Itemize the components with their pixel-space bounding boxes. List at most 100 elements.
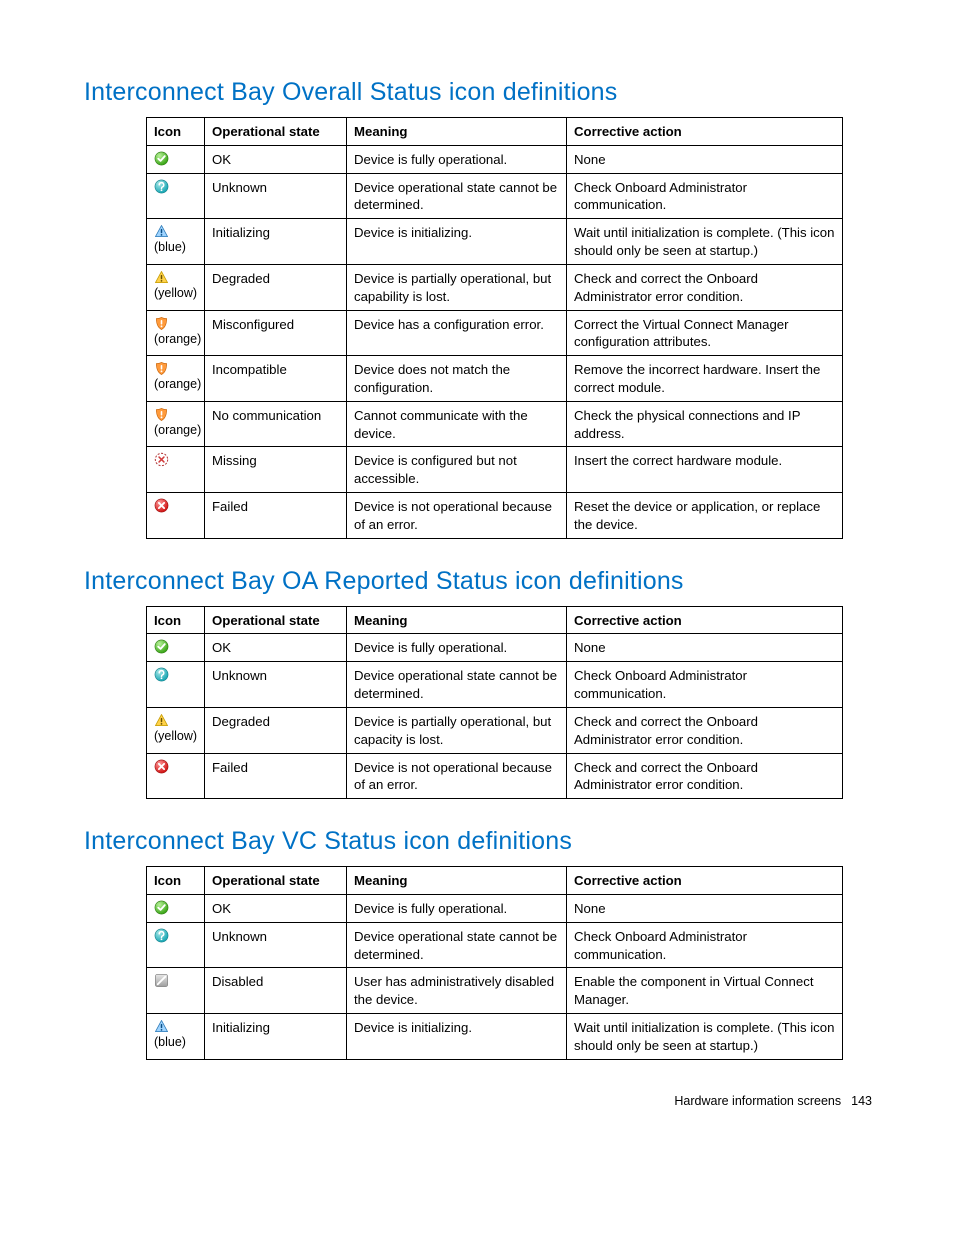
col-state: Operational state bbox=[205, 606, 347, 634]
table-row: (yellow) DegradedDevice is partially oper… bbox=[147, 707, 843, 753]
cell-action: None bbox=[567, 894, 843, 922]
col-state: Operational state bbox=[205, 118, 347, 146]
icon-cell bbox=[147, 493, 205, 539]
icon-color-note: (blue) bbox=[154, 1034, 198, 1051]
cell-action: Correct the Virtual Connect Manager conf… bbox=[567, 310, 843, 356]
cell-state: Initializing bbox=[205, 1014, 347, 1060]
cell-state: Unknown bbox=[205, 922, 347, 968]
ok-icon bbox=[154, 900, 198, 915]
icon-cell: (blue) bbox=[147, 219, 205, 265]
vc-status-table: Icon Operational state Meaning Correctiv… bbox=[146, 866, 843, 1060]
icon-cell: (orange) bbox=[147, 356, 205, 402]
col-state: Operational state bbox=[205, 867, 347, 895]
ok-icon bbox=[154, 151, 198, 166]
table-row: (blue) InitializingDevice is initializing… bbox=[147, 219, 843, 265]
table-row: (yellow)DegradedDevice is partially oper… bbox=[147, 264, 843, 310]
cell-state: Failed bbox=[205, 493, 347, 539]
cell-action: Check and correct the Onboard Administra… bbox=[567, 753, 843, 799]
icon-color-note: (blue) bbox=[154, 239, 198, 256]
cell-meaning: Device is initializing. bbox=[347, 219, 567, 265]
col-action: Corrective action bbox=[567, 867, 843, 895]
cell-state: Misconfigured bbox=[205, 310, 347, 356]
cell-action: Check Onboard Administrator communicatio… bbox=[567, 662, 843, 708]
col-icon: Icon bbox=[147, 118, 205, 146]
table-row: MissingDevice is configured but not acce… bbox=[147, 447, 843, 493]
icon-color-note: (orange) bbox=[154, 331, 198, 348]
overall-status-tbody: OKDevice is fully operational.NoneUnknow… bbox=[147, 145, 843, 538]
table-row: DisabledUser has administratively disabl… bbox=[147, 968, 843, 1014]
table-row: (orange)MisconfiguredDevice has a config… bbox=[147, 310, 843, 356]
cell-action: Check the physical connections and IP ad… bbox=[567, 401, 843, 447]
unknown-icon bbox=[154, 928, 198, 943]
shield-icon bbox=[154, 316, 198, 331]
table-row: FailedDevice is not operational because … bbox=[147, 493, 843, 539]
col-mean: Meaning bbox=[347, 606, 567, 634]
footer-section: Hardware information screens bbox=[674, 1094, 841, 1108]
icon-cell: (orange) bbox=[147, 310, 205, 356]
page: Interconnect Bay Overall Status icon def… bbox=[0, 0, 954, 1148]
icon-cell bbox=[147, 145, 205, 173]
cell-meaning: Device is not operational because of an … bbox=[347, 753, 567, 799]
icon-cell: (yellow) bbox=[147, 264, 205, 310]
cell-state: Failed bbox=[205, 753, 347, 799]
cell-meaning: Device is fully operational. bbox=[347, 634, 567, 662]
cell-state: Unknown bbox=[205, 662, 347, 708]
icon-cell bbox=[147, 173, 205, 219]
cell-action: Wait until initialization is complete. (… bbox=[567, 1014, 843, 1060]
failed-icon bbox=[154, 498, 198, 513]
cell-meaning: Device does not match the configuration. bbox=[347, 356, 567, 402]
table-row: FailedDevice is not operational because … bbox=[147, 753, 843, 799]
cell-meaning: Device is partially operational, but cap… bbox=[347, 264, 567, 310]
icon-cell bbox=[147, 634, 205, 662]
cell-state: No communication bbox=[205, 401, 347, 447]
icon-cell: (orange) bbox=[147, 401, 205, 447]
icon-cell bbox=[147, 662, 205, 708]
cell-meaning: User has administratively disabled the d… bbox=[347, 968, 567, 1014]
cell-action: Reset the device or application, or repl… bbox=[567, 493, 843, 539]
cell-meaning: Device is partially operational, but cap… bbox=[347, 707, 567, 753]
cell-meaning: Device is fully operational. bbox=[347, 894, 567, 922]
table-row: OKDevice is fully operational.None bbox=[147, 634, 843, 662]
unknown-icon bbox=[154, 179, 198, 194]
shield-icon bbox=[154, 407, 198, 422]
cell-state: Degraded bbox=[205, 707, 347, 753]
vc-status-tbody: OKDevice is fully operational.None Unknow… bbox=[147, 894, 843, 1059]
col-mean: Meaning bbox=[347, 867, 567, 895]
icon-color-note: (orange) bbox=[154, 376, 198, 393]
cell-state: Disabled bbox=[205, 968, 347, 1014]
cell-state: Initializing bbox=[205, 219, 347, 265]
unknown-icon bbox=[154, 667, 198, 682]
table-row: (orange) IncompatibleDevice does not matc… bbox=[147, 356, 843, 402]
shield-icon bbox=[154, 361, 198, 376]
cell-action: None bbox=[567, 145, 843, 173]
disabled-icon bbox=[154, 973, 198, 988]
table-row: UnknownDevice operational state cannot b… bbox=[147, 662, 843, 708]
oa-status-table: Icon Operational state Meaning Correctiv… bbox=[146, 606, 843, 800]
section-heading: Interconnect Bay VC Status icon definiti… bbox=[84, 827, 874, 856]
cell-action: Enable the component in Virtual Connect … bbox=[567, 968, 843, 1014]
cell-action: Insert the correct hardware module. bbox=[567, 447, 843, 493]
col-icon: Icon bbox=[147, 606, 205, 634]
icon-color-note: (yellow) bbox=[154, 728, 198, 745]
cell-state: OK bbox=[205, 894, 347, 922]
cell-meaning: Device operational state cannot be deter… bbox=[347, 173, 567, 219]
col-action: Corrective action bbox=[567, 118, 843, 146]
icon-cell: (yellow) bbox=[147, 707, 205, 753]
cell-action: Check Onboard Administrator communicatio… bbox=[567, 922, 843, 968]
col-mean: Meaning bbox=[347, 118, 567, 146]
failed-icon bbox=[154, 759, 198, 774]
table-row: UnknownDevice operational state cannot b… bbox=[147, 173, 843, 219]
cell-meaning: Device is initializing. bbox=[347, 1014, 567, 1060]
cell-state: Incompatible bbox=[205, 356, 347, 402]
oa-status-tbody: OKDevice is fully operational.NoneUnknow… bbox=[147, 634, 843, 799]
ok-icon bbox=[154, 639, 198, 654]
col-icon: Icon bbox=[147, 867, 205, 895]
cell-action: Remove the incorrect hardware. Insert th… bbox=[567, 356, 843, 402]
cell-meaning: Device operational state cannot be deter… bbox=[347, 662, 567, 708]
icon-cell bbox=[147, 447, 205, 493]
cell-action: Check Onboard Administrator communicatio… bbox=[567, 173, 843, 219]
icon-color-note: (yellow) bbox=[154, 285, 198, 302]
icon-cell bbox=[147, 753, 205, 799]
cell-state: OK bbox=[205, 145, 347, 173]
section-heading: Interconnect Bay Overall Status icon def… bbox=[84, 78, 874, 107]
